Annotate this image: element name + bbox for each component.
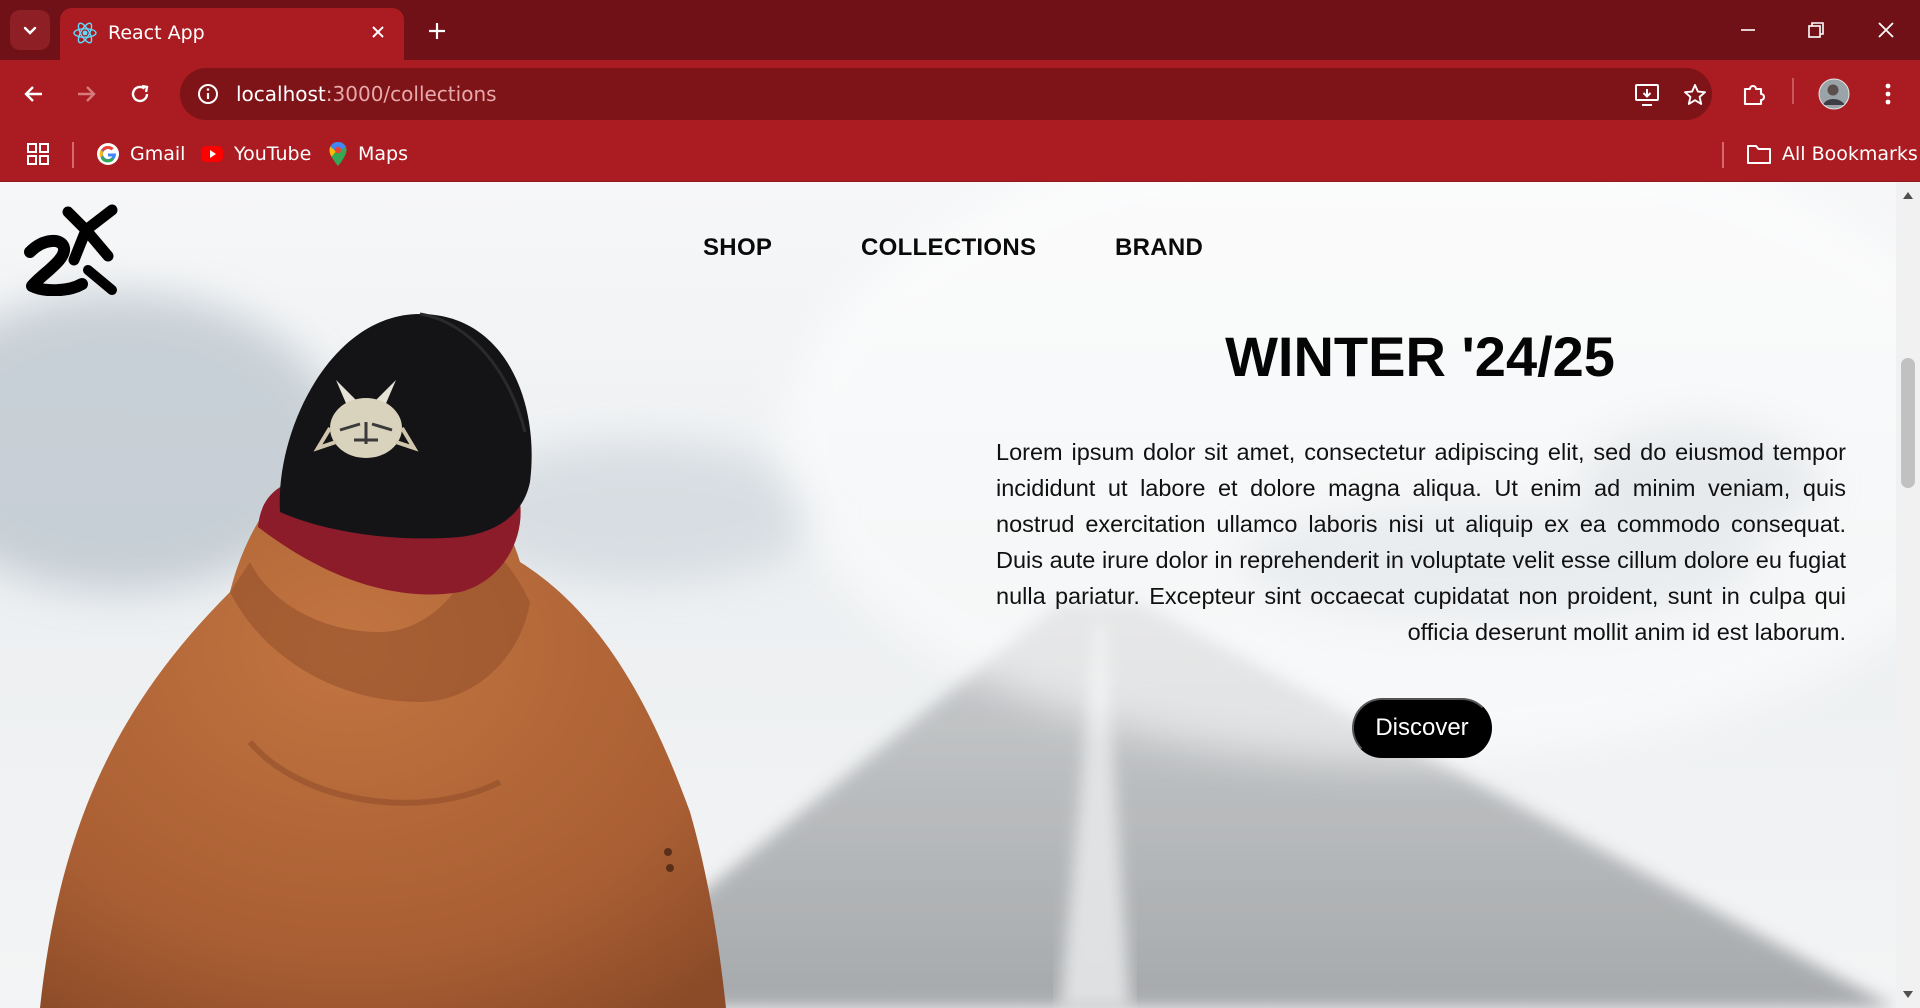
all-bookmarks-button[interactable]: All Bookmarks (1746, 138, 1918, 170)
folder-icon (1747, 145, 1771, 164)
star-icon (1684, 84, 1706, 105)
close-window-button[interactable] (1862, 8, 1910, 52)
browser-toolbar: localhost:3000/collections (0, 60, 1920, 128)
address-bar[interactable]: localhost:3000/collections (180, 68, 1712, 120)
avatar (1818, 78, 1850, 110)
chevron-down-icon (23, 26, 37, 35)
minimize-button[interactable] (1724, 8, 1772, 52)
discover-button[interactable]: Discover (1352, 698, 1492, 758)
profile-button[interactable] (1812, 72, 1856, 116)
scrollbar-thumb[interactable] (1901, 358, 1915, 488)
new-tab-button[interactable] (420, 14, 454, 48)
page-viewport: SHOP COLLECTIONS BRAND WINTER '24/25 Lor… (0, 182, 1896, 1008)
bookmark-label: Maps (358, 143, 408, 165)
scroll-up-icon[interactable] (1902, 190, 1914, 200)
scroll-down-icon[interactable] (1902, 990, 1914, 1000)
install-app-button[interactable] (1630, 78, 1664, 112)
plus-icon (429, 23, 445, 39)
bookmark-label: Gmail (130, 143, 186, 165)
react-icon (73, 22, 97, 44)
close-icon (372, 26, 384, 38)
arrow-left-icon (24, 86, 42, 102)
minimize-icon (1741, 29, 1755, 31)
bookmark-star-button[interactable] (1678, 78, 1712, 112)
arrow-right-icon (78, 86, 96, 102)
install-icon (1635, 84, 1659, 106)
puzzle-icon (1743, 85, 1765, 106)
close-icon (1878, 22, 1894, 38)
nav-brand[interactable]: BRAND (1115, 234, 1203, 262)
bookmark-youtube[interactable]: YouTube (200, 138, 311, 170)
grid-icon (27, 143, 49, 165)
extensions-button[interactable] (1732, 72, 1776, 116)
hero-title: WINTER '24/25 (1225, 325, 1615, 388)
tab-title: React App (108, 22, 205, 44)
nav-shop[interactable]: SHOP (703, 234, 772, 262)
bookmarks-divider (1722, 142, 1724, 168)
apps-button[interactable] (26, 138, 50, 170)
site-info-button[interactable] (192, 78, 224, 110)
youtube-icon (201, 146, 223, 162)
reload-button[interactable] (118, 72, 162, 116)
hero-description: Lorem ipsum dolor sit amet, consectetur … (996, 439, 1846, 645)
google-icon (97, 143, 119, 165)
info-icon (198, 84, 218, 104)
bookmark-gmail[interactable]: Gmail (96, 138, 185, 170)
url-host: localhost (236, 82, 326, 106)
url-path: :3000/collections (325, 82, 497, 106)
restore-button[interactable] (1792, 8, 1840, 52)
back-button[interactable] (12, 72, 56, 116)
reload-icon (131, 84, 149, 103)
toolbar-divider (1792, 78, 1794, 104)
forward-button[interactable] (64, 72, 108, 116)
maps-icon (329, 142, 347, 166)
nav-collections[interactable]: COLLECTIONS (861, 234, 1036, 262)
url-text: localhost:3000/collections (236, 82, 497, 106)
tab-strip: React App (0, 0, 1920, 60)
bookmarks-bar: Gmail YouTube Maps All Bookmarks (0, 128, 1920, 182)
page-scrollbar[interactable] (1896, 182, 1920, 1008)
menu-button[interactable] (1866, 72, 1910, 116)
more-vert-icon (1885, 83, 1891, 105)
restore-icon (1808, 22, 1824, 38)
bookmark-label: YouTube (234, 143, 312, 165)
active-tab[interactable]: React App (60, 8, 404, 60)
tab-close-button[interactable] (364, 18, 392, 46)
bookmarks-divider (72, 142, 74, 168)
zx-logo[interactable] (24, 204, 120, 296)
bookmark-maps[interactable]: Maps (328, 138, 408, 170)
tab-search-button[interactable] (10, 10, 50, 50)
all-bookmarks-label: All Bookmarks (1782, 143, 1918, 165)
